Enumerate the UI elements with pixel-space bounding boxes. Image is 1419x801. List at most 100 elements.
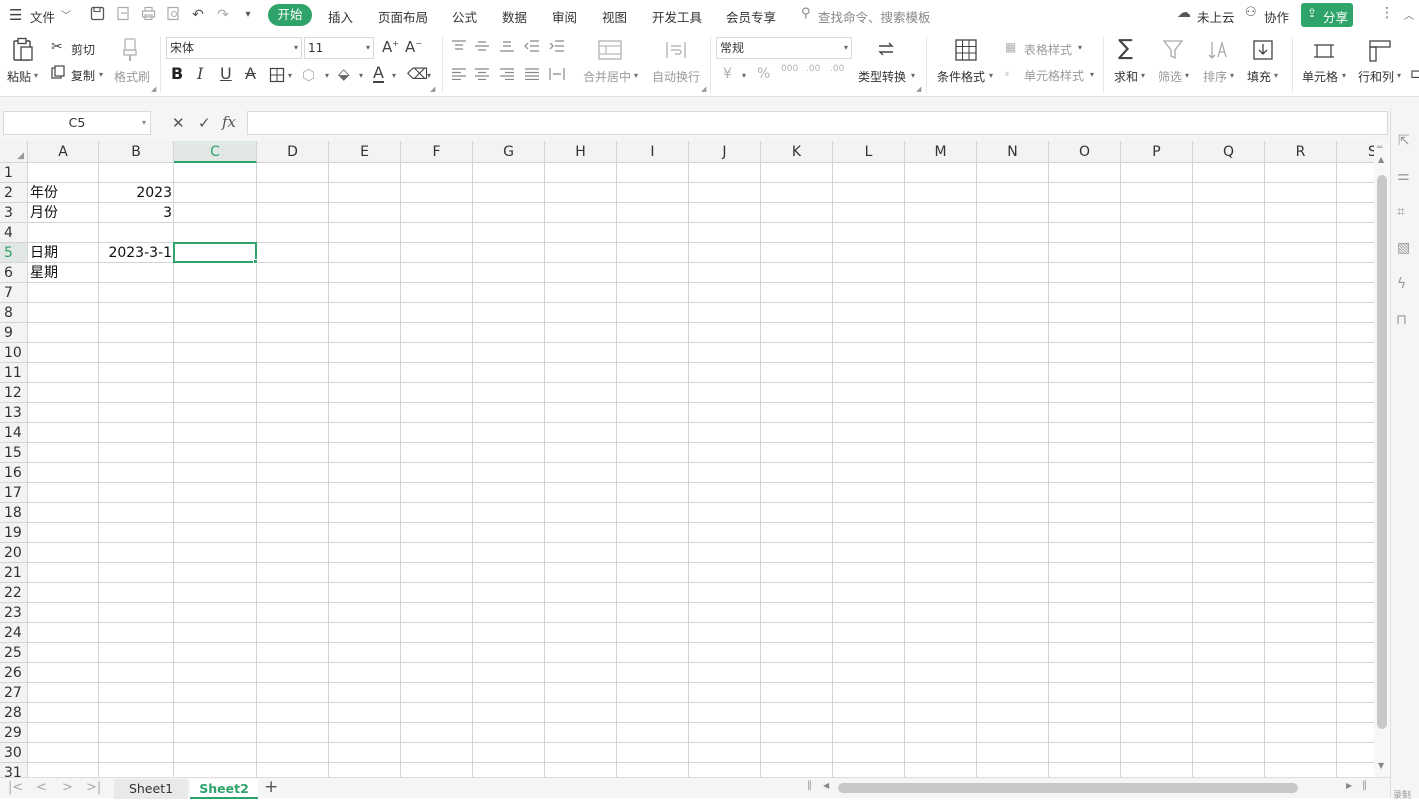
active-cell[interactable] [173, 242, 257, 263]
name-box[interactable]: C5 ▾ [3, 111, 151, 135]
cell-style-button[interactable]: 单元格样式 [1024, 67, 1084, 84]
vertical-scrollbar[interactable]: ═ ▲ ▼ [1374, 141, 1390, 777]
column-header-q[interactable]: Q [1193, 141, 1265, 163]
column-header-b[interactable]: B [99, 141, 174, 163]
print-icon[interactable] [139, 6, 157, 24]
row-header-27[interactable]: 27 [0, 683, 28, 703]
column-header-k[interactable]: K [761, 141, 833, 163]
transform-icon[interactable]: ⌗ [1397, 204, 1405, 220]
row-header-4[interactable]: 4 [0, 223, 28, 243]
row-header-19[interactable]: 19 [0, 523, 28, 543]
row-header-25[interactable]: 25 [0, 643, 28, 663]
customize-toolbar-icon[interactable]: ▾ [239, 6, 257, 24]
type-convert-button[interactable]: 类型转换 [858, 68, 906, 85]
chevron-down-icon[interactable]: ▾ [392, 71, 396, 80]
tab-home[interactable]: 开始 [268, 4, 312, 26]
chevron-down-icon[interactable]: ▾ [34, 71, 38, 80]
share-button[interactable]: ⇪ 分享 [1301, 3, 1353, 27]
cursor-icon[interactable]: ⇱ [1398, 133, 1410, 149]
chevron-down-icon[interactable]: ▾ [1078, 43, 1082, 52]
increase-indent-icon[interactable] [549, 40, 565, 52]
cell-b5[interactable]: 2023-3-1 [99, 243, 174, 263]
increase-decimal-button[interactable]: .00 [806, 64, 820, 74]
chevron-down-icon[interactable]: ▾ [1185, 71, 1189, 80]
user-icon[interactable]: ⚇ [1245, 5, 1257, 20]
decrease-font-icon[interactable]: A− [405, 38, 422, 56]
column-header-s[interactable]: S [1337, 141, 1374, 163]
copy-button[interactable]: 复制 [71, 67, 95, 84]
cell-b2[interactable]: 2023 [99, 183, 174, 203]
row-header-31[interactable]: 31 [0, 763, 28, 777]
chevron-down-icon[interactable]: ▾ [1342, 71, 1346, 80]
group-expand-icon[interactable]: ◢ [916, 85, 921, 93]
record-label[interactable]: 录制 [1393, 788, 1411, 801]
tab-data[interactable]: 数据 [502, 7, 527, 26]
column-header-i[interactable]: I [617, 141, 689, 163]
cloud-icon[interactable]: ☁ [1177, 5, 1191, 21]
settings-sliders-icon[interactable]: ⚌ [1397, 168, 1410, 184]
format-painter-button[interactable]: 格式刷 [114, 68, 150, 85]
chevron-down-icon[interactable]: ▾ [989, 71, 993, 80]
chevron-down-icon[interactable]: ▾ [359, 71, 363, 80]
lightning-icon[interactable]: ϟ [1397, 276, 1406, 292]
cell-a6[interactable]: 星期 [28, 263, 99, 283]
chevron-down-icon[interactable]: ▾ [1090, 70, 1094, 79]
chevron-down-icon[interactable]: ▾ [1397, 71, 1401, 80]
filter-button[interactable]: 筛选 [1158, 68, 1182, 85]
row-header-8[interactable]: 8 [0, 303, 28, 323]
fill-button[interactable]: 填充 [1247, 68, 1271, 85]
underline-button[interactable]: U [220, 64, 232, 83]
column-header-c[interactable]: C [174, 141, 257, 163]
eraser-icon[interactable]: ⌫ [407, 65, 428, 83]
add-sheet-button[interactable]: + [264, 777, 278, 797]
row-header-30[interactable]: 30 [0, 743, 28, 763]
fill-color-icon[interactable]: ⬙ [338, 65, 350, 83]
group-expand-icon[interactable]: ◢ [151, 85, 156, 93]
row-header-23[interactable]: 23 [0, 603, 28, 623]
sum-button[interactable]: 求和 [1114, 68, 1138, 85]
cell-b3[interactable]: 3 [99, 203, 174, 223]
column-header-p[interactable]: P [1121, 141, 1193, 163]
row-header-22[interactable]: 22 [0, 583, 28, 603]
row-header-11[interactable]: 11 [0, 363, 28, 383]
paste-icon[interactable] [11, 37, 35, 66]
italic-button[interactable]: I [197, 64, 203, 83]
formula-input[interactable] [247, 111, 1388, 135]
row-header-18[interactable]: 18 [0, 503, 28, 523]
align-center-icon[interactable] [474, 68, 490, 80]
chevron-down-icon[interactable]: ▾ [911, 71, 915, 80]
group-expand-icon[interactable]: ◢ [701, 85, 706, 93]
tab-formula[interactable]: 公式 [452, 7, 477, 26]
collapse-ribbon-icon[interactable]: ︿ [1404, 7, 1414, 22]
last-sheet-icon[interactable]: >| [86, 780, 101, 795]
save-icon[interactable] [88, 6, 106, 24]
row-header-6[interactable]: 6 [0, 263, 28, 283]
row-header-12[interactable]: 12 [0, 383, 28, 403]
align-left-icon[interactable] [451, 68, 467, 80]
scroll-up-icon[interactable]: ▲ [1378, 155, 1384, 164]
decrease-indent-icon[interactable] [524, 40, 540, 52]
chevron-down-icon[interactable]: ▾ [634, 71, 638, 80]
thousands-button[interactable]: 000 [781, 64, 798, 74]
tab-view[interactable]: 视图 [602, 7, 627, 26]
file-menu[interactable]: 文件 [30, 7, 55, 26]
column-header-d[interactable]: D [257, 141, 329, 163]
sort-button[interactable]: 排序 [1203, 68, 1227, 85]
column-header-f[interactable]: F [401, 141, 473, 163]
percent-button[interactable]: % [757, 66, 770, 82]
sum-icon[interactable]: ∑ [1118, 36, 1133, 61]
chevron-down-icon[interactable]: ▾ [325, 71, 329, 80]
worksheet-icon[interactable]: ⊏ [1410, 67, 1419, 82]
row-header-5[interactable]: 5 [0, 243, 28, 263]
row-header-28[interactable]: 28 [0, 703, 28, 723]
column-header-l[interactable]: L [833, 141, 905, 163]
currency-button[interactable]: ¥ [723, 66, 732, 82]
column-header-r[interactable]: R [1265, 141, 1337, 163]
row-header-10[interactable]: 10 [0, 343, 28, 363]
merge-cells-icon[interactable] [598, 40, 622, 63]
decrease-decimal-button[interactable]: .00 [830, 64, 844, 74]
row-header-24[interactable]: 24 [0, 623, 28, 643]
book-icon[interactable]: ⊓ [1396, 312, 1407, 328]
cut-button[interactable]: 剪切 [71, 41, 95, 58]
align-right-icon[interactable] [499, 68, 515, 80]
